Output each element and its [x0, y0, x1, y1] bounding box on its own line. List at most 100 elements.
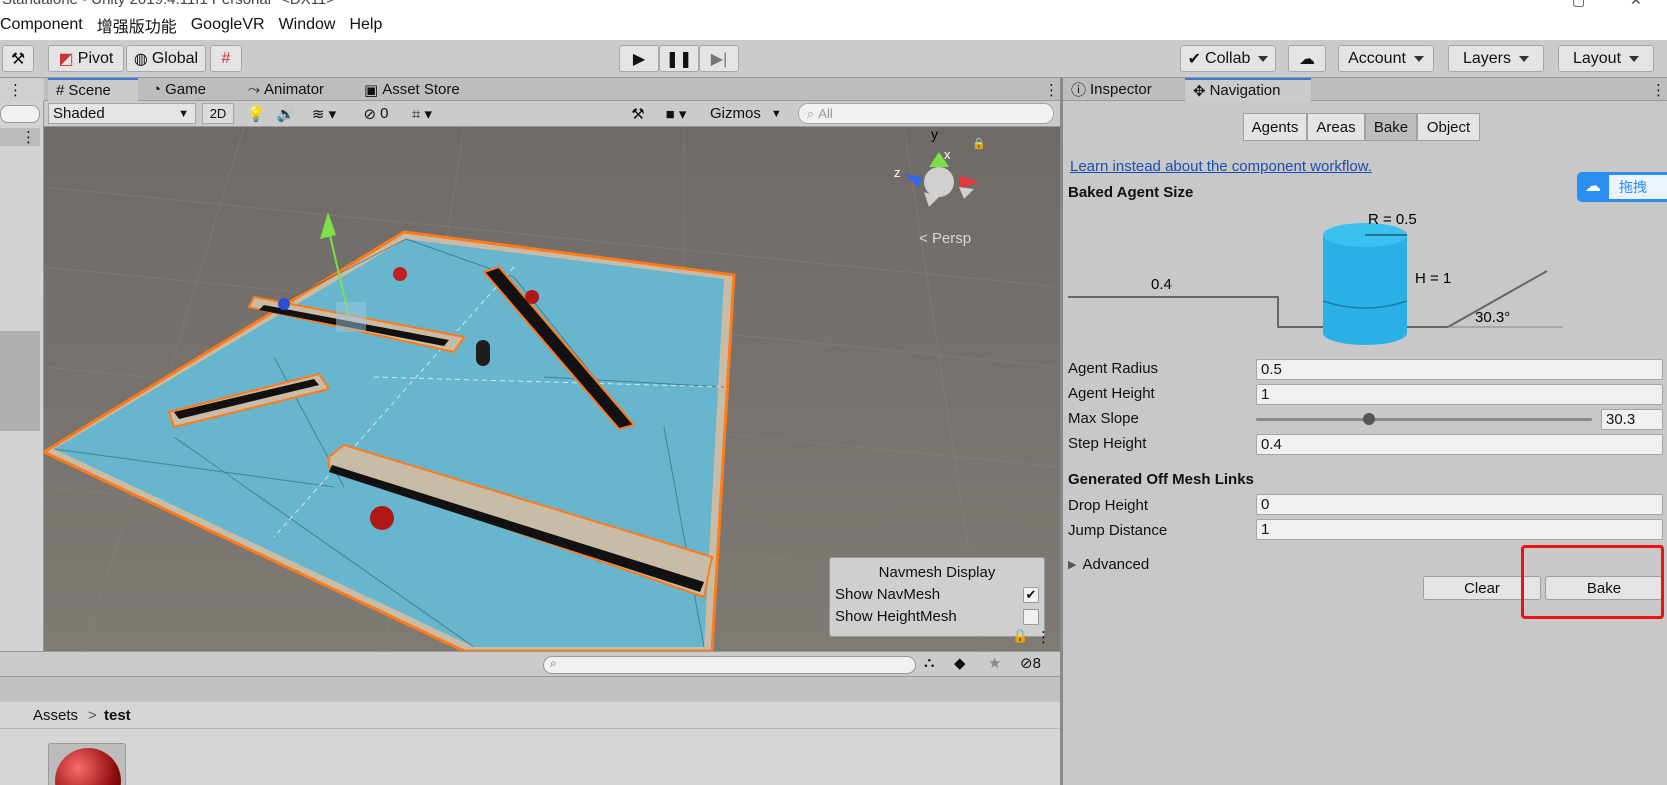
right-menu-button[interactable]: ⋮ [1643, 78, 1666, 101]
grid-icon: ⌗ ▾ [411, 105, 433, 123]
hierarchy-search-input[interactable] [0, 105, 40, 123]
effects-dropdown[interactable]: ≋ ▾ [304, 103, 344, 124]
layout-dropdown[interactable]: Layout [1558, 45, 1654, 72]
hierarchy-selected-row[interactable] [0, 331, 40, 431]
step-button[interactable]: ▶| [699, 45, 739, 72]
tab-scene[interactable]: # Scene [48, 78, 138, 101]
favorite-star-icon[interactable]: ★ [988, 654, 1001, 672]
layers-dropdown[interactable]: Layers [1448, 45, 1544, 72]
red-sphere-top[interactable] [393, 267, 407, 281]
lock-icon[interactable]: 🔒 [972, 137, 986, 150]
gizmo-plane-handle[interactable] [336, 302, 366, 332]
hidden-count: 0 [380, 105, 389, 122]
segment-object[interactable]: Object [1417, 113, 1480, 141]
show-navmesh-checkbox[interactable]: ✔ [1023, 586, 1039, 603]
main-toolbar: ⚒ ◩ Pivot ◍ Global # ▶ ❚❚ ▶| ✔ Collab ☁ … [0, 40, 1667, 78]
show-heightmesh-row[interactable]: Show HeightMesh [830, 608, 1044, 625]
tab-game[interactable]: ◔ Game [144, 78, 234, 101]
play-button[interactable]: ▶ [619, 45, 659, 72]
advanced-foldout[interactable]: ▶ Advanced [1068, 556, 1149, 573]
speaker-icon: 🔊 [276, 105, 296, 123]
segment-bake[interactable]: Bake [1365, 113, 1417, 141]
component-workflow-link[interactable]: Learn instead about the component workfl… [1070, 158, 1372, 175]
axis-y-label: y [931, 127, 938, 142]
tools-button[interactable]: ⚒ [626, 103, 650, 124]
cloud-button[interactable]: ☁ [1288, 45, 1326, 72]
info-icon: ⓘ [1071, 82, 1087, 99]
check-circle-icon: ✔ [1187, 50, 1202, 68]
audio-toggle[interactable]: 🔊 [274, 103, 298, 124]
red-material-sphere-icon [55, 748, 121, 785]
menu-window[interactable]: Window [279, 16, 336, 34]
lock-icon[interactable]: 🔒 [1012, 628, 1028, 644]
segment-agents[interactable]: Agents [1243, 113, 1307, 141]
jump-distance-field[interactable]: 1 [1256, 519, 1663, 540]
step-height-field[interactable]: 0.4 [1256, 434, 1663, 455]
project-search-input[interactable]: ⌕ [543, 656, 916, 674]
shading-mode-dropdown[interactable]: Shaded ▼ [48, 103, 196, 124]
menu-component[interactable]: Component [0, 16, 83, 34]
advanced-label: Advanced [1082, 556, 1150, 573]
gizmos-dropdown[interactable]: Gizmos ▼ [704, 103, 790, 124]
transform-tool-button[interactable]: ⚒ [2, 45, 34, 72]
max-slope-slider-track[interactable] [1256, 418, 1592, 421]
gizmo-z-handle[interactable] [278, 298, 290, 310]
grid-snap-icon: # [221, 49, 231, 67]
tab-animator[interactable]: ⤳ Animator [240, 78, 350, 101]
red-sphere-small[interactable] [525, 290, 539, 304]
kebab-menu-icon[interactable]: ⋮ [1036, 628, 1051, 646]
agent-cylinder [1322, 223, 1408, 345]
camera-dropdown[interactable]: ■ ▾ [656, 103, 696, 124]
scene-control-bar: Shaded ▼ 2D 💡 🔊 ≋ ▾ ⊘ 0 ⌗ ▾ ⚒ ■ ▾ Gizmos… [44, 101, 1060, 127]
asset-thumbnail[interactable] [48, 743, 126, 785]
show-navmesh-row[interactable]: Show NavMesh ✔ [830, 586, 1044, 603]
breadcrumb-test[interactable]: test [104, 707, 131, 724]
mode-2d-label: 2D [209, 106, 227, 121]
scene-search-input[interactable]: ⌕ All [798, 103, 1054, 124]
max-slope-field[interactable]: 30.3 [1601, 409, 1663, 430]
collab-button[interactable]: ✔ Collab [1180, 45, 1276, 72]
close-icon[interactable]: ✕ [1630, 0, 1642, 9]
scene-menu-button[interactable]: ⋮ [1036, 78, 1059, 101]
menu-googlevr[interactable]: GoogleVR [191, 16, 265, 34]
segment-areas[interactable]: Areas [1307, 113, 1365, 141]
kebab-menu-icon[interactable]: ⋮ [21, 128, 36, 146]
lighting-toggle[interactable]: 💡 [244, 103, 268, 124]
snap-button[interactable]: # [210, 45, 242, 72]
red-sphere-large[interactable] [370, 506, 394, 530]
hierarchy-header: ⋮ [0, 128, 40, 146]
account-label: Account [1348, 49, 1406, 67]
clear-button-label: Clear [1464, 579, 1500, 597]
agent-capsule[interactable] [476, 340, 490, 366]
menu-help[interactable]: Help [349, 16, 382, 34]
agent-height-field[interactable]: 1 [1256, 384, 1663, 405]
global-button[interactable]: ◍ Global [126, 45, 206, 72]
filter-by-type-icon[interactable]: ⛬ [924, 654, 935, 671]
grid-dropdown[interactable]: ⌗ ▾ [402, 103, 442, 124]
grid-icon: # [56, 82, 65, 99]
tab-asset-store[interactable]: ▣ Asset Store [356, 78, 486, 101]
tab-inspector-label: Inspector [1090, 81, 1152, 98]
cloud-drag-badge[interactable]: ☁ 拖拽 [1577, 172, 1667, 202]
agent-radius-field[interactable]: 0.5 [1256, 359, 1663, 380]
pause-button[interactable]: ❚❚ [659, 45, 699, 72]
persp-label[interactable]: < Persp [919, 230, 971, 247]
maximize-icon[interactable]: ▢ [1572, 0, 1585, 9]
show-heightmesh-checkbox[interactable] [1023, 608, 1039, 625]
tab-inspector[interactable]: ⓘ Inspector [1063, 78, 1183, 101]
hidden-objects-toggle[interactable]: ⊘ 0 [356, 103, 396, 124]
hidden-packages-toggle[interactable]: ⊘8 [1020, 654, 1041, 672]
segment-bake-label: Bake [1373, 118, 1409, 136]
tab-navigation[interactable]: ✥ Navigation [1185, 78, 1311, 101]
drop-height-field[interactable]: 0 [1256, 494, 1663, 515]
menu-enhanced[interactable]: 增强版功能 [97, 13, 177, 37]
breadcrumb-assets[interactable]: Assets [33, 707, 78, 724]
pivot-button[interactable]: ◩ Pivot [48, 45, 124, 72]
hierarchy-tab-stub[interactable]: ⋮ [0, 78, 44, 101]
cloud-icon: ☁ [1299, 50, 1315, 68]
filter-by-label-icon[interactable]: ◆ [954, 654, 966, 672]
account-dropdown[interactable]: Account [1338, 45, 1434, 72]
cloud-badge-label: 拖拽 [1609, 175, 1667, 199]
mode-2d-toggle[interactable]: 2D [202, 103, 234, 124]
search-icon: ⌕ [550, 656, 557, 670]
